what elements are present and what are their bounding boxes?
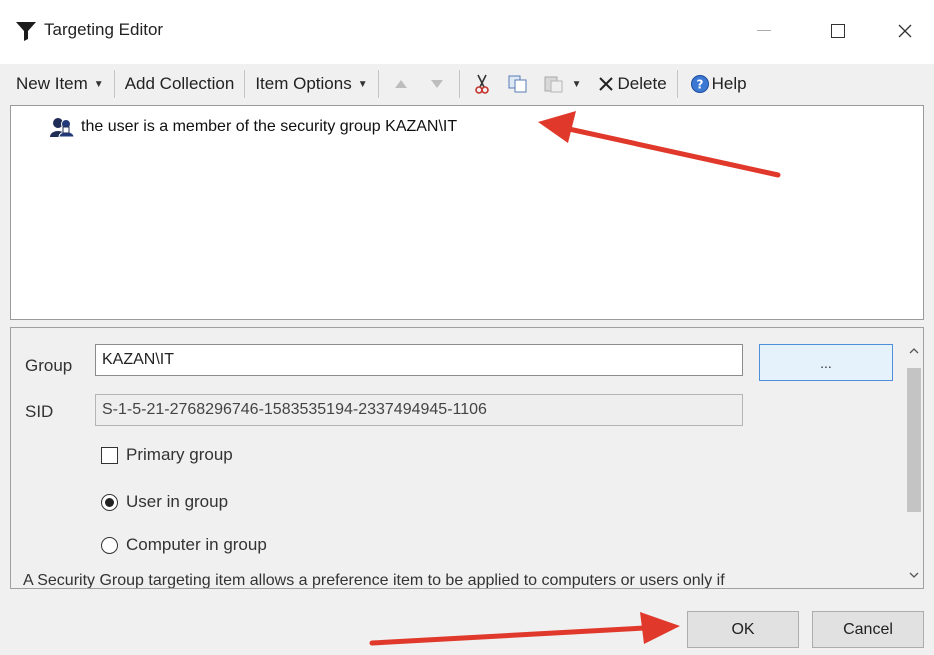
item-options-button[interactable]: Item Options ▼ (249, 68, 373, 100)
user-in-group-radio[interactable] (101, 493, 118, 511)
new-item-label: New Item (16, 74, 88, 93)
browse-group-button[interactable]: ... (759, 344, 893, 381)
new-item-button[interactable]: New Item ▼ (10, 68, 110, 100)
toolbar-separator (377, 70, 379, 98)
maximize-button[interactable] (818, 14, 858, 48)
chevron-down-icon: ▼ (571, 78, 582, 90)
cancel-button[interactable]: Cancel (812, 611, 924, 648)
delete-x-icon (594, 72, 618, 96)
primary-group-checkbox[interactable] (101, 446, 118, 464)
scroll-thumb[interactable] (907, 368, 921, 512)
minimize-button[interactable] (744, 14, 784, 48)
description-text: A Security Group targeting item allows a… (23, 572, 725, 589)
paste-button[interactable]: ▼ (536, 68, 588, 100)
ok-button[interactable]: OK (687, 611, 799, 648)
targeting-editor-window: Targeting Editor New Item ▼ Add Collecti… (0, 0, 934, 655)
close-button[interactable] (885, 14, 925, 48)
computer-in-group-radio-row[interactable]: Computer in group (101, 535, 267, 555)
primary-group-label: Primary group (126, 445, 233, 464)
toolbar-separator (244, 70, 246, 98)
svg-text:?: ? (696, 78, 703, 92)
delete-label: Delete (617, 74, 667, 93)
targeting-items-tree[interactable]: the user is a member of the security gro… (10, 105, 924, 320)
help-button[interactable]: ? Help (682, 68, 753, 100)
computer-in-group-label: Computer in group (126, 535, 267, 554)
primary-group-checkbox-row[interactable]: Primary group (101, 445, 233, 465)
annotation-arrow-icon (369, 612, 680, 646)
filter-funnel-icon (14, 20, 38, 42)
add-collection-button[interactable]: Add Collection (119, 68, 241, 100)
toolbar-separator (113, 70, 115, 98)
move-down-button[interactable] (419, 68, 455, 100)
paste-icon (542, 72, 566, 96)
close-icon (898, 24, 912, 38)
item-options-label: Item Options (255, 74, 352, 93)
tree-item-security-group[interactable]: the user is a member of the security gro… (49, 116, 457, 138)
chevron-up-icon (909, 348, 919, 354)
delete-button[interactable]: Delete (588, 68, 673, 100)
move-up-button[interactable] (383, 68, 419, 100)
chevron-down-icon: ▼ (93, 78, 104, 90)
help-label: Help (711, 74, 747, 93)
computer-in-group-radio[interactable] (101, 536, 118, 554)
sid-field: S-1-5-21-2768296746-1583535194-233749494… (95, 394, 743, 426)
toolbar-separator (676, 70, 678, 98)
properties-panel: Group KAZAN\IT ... SID S-1-5-21-27682967… (10, 327, 924, 589)
scroll-up-button[interactable] (903, 340, 923, 362)
help-icon: ? (688, 72, 712, 96)
toolbar: New Item ▼ Add Collection Item Options ▼ (10, 64, 926, 104)
copy-button[interactable] (500, 68, 536, 100)
security-group-icon (49, 116, 75, 138)
user-in-group-label: User in group (126, 492, 229, 511)
chevron-down-icon (909, 572, 919, 578)
copy-icon (506, 72, 530, 96)
scroll-down-button[interactable] (903, 564, 923, 586)
user-in-group-radio-row[interactable]: User in group (101, 492, 228, 512)
arrow-down-icon (425, 72, 449, 96)
group-input[interactable]: KAZAN\IT (95, 344, 743, 376)
group-label: Group (25, 356, 73, 375)
title-bar: Targeting Editor (0, 0, 934, 64)
chevron-down-icon: ▼ (357, 78, 368, 90)
properties-scrollbar[interactable] (903, 328, 923, 588)
add-collection-label: Add Collection (124, 74, 235, 93)
tree-item-label: the user is a member of the security gro… (81, 118, 458, 135)
cut-button[interactable] (464, 68, 500, 100)
toolbar-separator (458, 70, 460, 98)
arrow-up-icon (389, 72, 413, 96)
scissors-icon (470, 72, 494, 96)
sid-label: SID (25, 402, 54, 421)
radio-selected-dot (105, 497, 114, 507)
window-title: Targeting Editor (44, 20, 164, 39)
